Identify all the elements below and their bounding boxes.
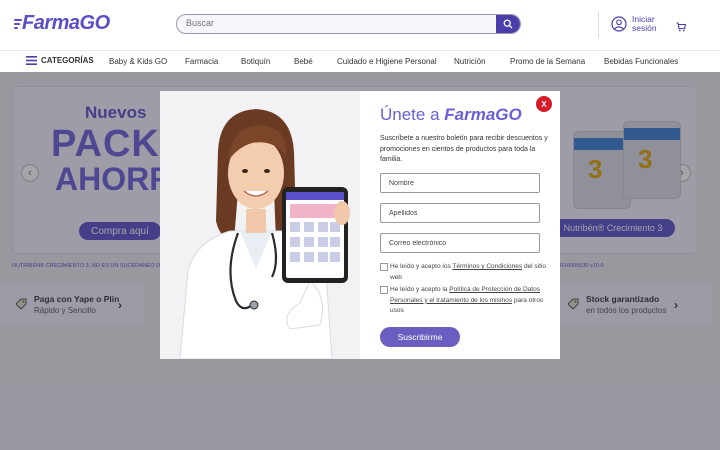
newsletter-form: Únete a FarmaGO Suscríbete a nuestro bol… [360,91,560,359]
cart-icon [676,22,687,32]
first-name-field[interactable] [380,173,540,193]
logo-text-farma: Farma [22,12,80,34]
site-header: FarmaGO Iniciar sesión [0,0,720,50]
hamburger-icon [26,56,37,65]
subscribe-button[interactable]: Suscribirme [380,327,460,347]
site-logo[interactable]: FarmaGO [22,12,110,35]
search-button[interactable] [496,15,520,33]
modal-title-brand: FarmaGO [444,105,522,124]
nav-item-botiquin[interactable]: Botiquín [241,57,270,66]
header-divider [598,12,599,38]
category-nav: CATEGORÍAS Baby & Kids GO Farmacia Botiq… [0,50,720,72]
terms-label: He leído y acepto los Términos y Condici… [390,262,550,283]
login-link[interactable]: Iniciar sesión [611,15,662,33]
modal-description: Suscríbete a nuestro boletín para recibi… [380,135,548,163]
doctor-image [160,91,360,359]
login-label: Iniciar sesión [632,14,657,33]
user-icon [611,16,627,32]
terms-text-pre: He leído y acepto los [390,263,453,270]
nav-item-bebidas[interactable]: Bebidas Funcionales [604,57,678,66]
modal-title: Únete a FarmaGO [380,105,522,125]
close-icon: X [541,99,547,109]
newsletter-modal: Únete a FarmaGO Suscríbete a nuestro bol… [160,91,560,359]
logo-text-go: GO [79,12,111,34]
nav-item-baby-kids[interactable]: Baby & Kids GO [109,57,167,66]
doctor-illustration [160,91,360,359]
privacy-label: He leído y acepto la Política de Protecc… [390,285,550,317]
search-bar [176,14,521,34]
email-field[interactable] [380,233,540,253]
privacy-checkbox[interactable] [380,286,388,294]
nav-item-farmacia[interactable]: Farmacia [185,57,218,66]
categories-label: CATEGORÍAS [41,56,94,65]
close-modal-button[interactable]: X [536,96,552,112]
nav-item-promo[interactable]: Promo de la Semana [510,57,585,66]
nav-item-nutricion[interactable]: Nutrición [454,57,486,66]
terms-checkbox[interactable] [380,263,388,271]
nav-item-bebe[interactable]: Bebé [294,57,313,66]
terms-link[interactable]: Términos y Condiciones [452,263,522,270]
cart-button[interactable] [676,19,687,37]
search-input[interactable] [186,18,486,28]
search-icon [503,19,513,29]
logo-speed-lines [14,19,22,29]
categories-menu-button[interactable]: CATEGORÍAS [26,56,94,65]
last-name-field[interactable] [380,203,540,223]
nav-item-cuidado[interactable]: Cuidado e Higiene Personal [337,57,437,66]
modal-title-prefix: Únete a [380,105,445,124]
privacy-text-pre: He leído y acepto la [390,286,450,293]
